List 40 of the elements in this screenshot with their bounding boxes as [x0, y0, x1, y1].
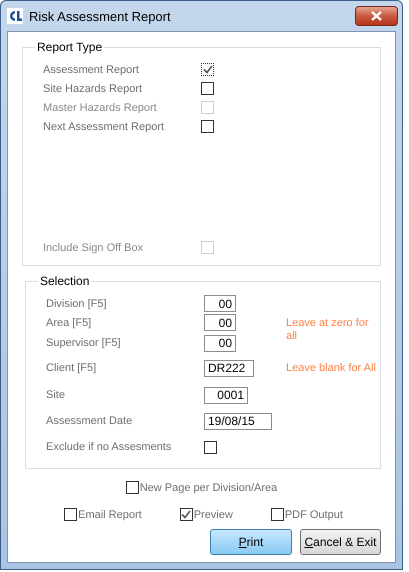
option-label: Next Assessment Report — [43, 120, 166, 132]
checkbox[interactable] — [204, 440, 217, 454]
field-label: Site — [46, 389, 66, 401]
field-label: Exclude if no Assesments — [46, 441, 172, 453]
option-label: Include Sign Off Box — [43, 242, 144, 254]
checkbox[interactable] — [270, 508, 284, 521]
option-label: Master Hazards Report — [43, 102, 158, 114]
input-field[interactable]: 00 — [204, 314, 236, 331]
hint-text: Leave blank for All — [285, 362, 376, 374]
input-field[interactable]: DR222 — [204, 360, 254, 376]
input-field[interactable]: 19/08/15 — [204, 412, 272, 430]
cancel-button[interactable]: Cancel & Exit — [300, 529, 381, 555]
checkbox[interactable] — [201, 63, 214, 76]
group-title: Report Type — [36, 40, 104, 54]
app-logo-icon — [7, 8, 23, 24]
option-label: Assessment Report — [43, 64, 140, 76]
option-label: PDF Output — [284, 508, 343, 520]
option-label: New Page per Division/Area — [140, 482, 278, 494]
field-label: Assessment Date — [46, 415, 134, 427]
option-label: Site Hazards Report — [43, 82, 144, 94]
field-label: Client [F5] — [46, 362, 98, 374]
input-field[interactable]: 00 — [204, 295, 236, 312]
close-button[interactable] — [355, 6, 398, 26]
print-button[interactable]: Print — [210, 529, 292, 555]
hint-text: Leave at zero for all — [285, 316, 370, 343]
checkbox[interactable] — [180, 508, 193, 521]
close-icon — [371, 11, 382, 21]
checkbox[interactable] — [126, 481, 139, 494]
input-field[interactable]: 00 — [204, 334, 236, 352]
group-title: Selection — [39, 274, 90, 288]
window-title: Risk Assessment Report — [29, 8, 171, 24]
field-label: Division [F5] — [46, 298, 108, 310]
checkbox[interactable] — [201, 82, 214, 95]
option-label: Preview — [194, 508, 233, 520]
checkbox[interactable] — [64, 508, 78, 521]
checkbox[interactable] — [201, 120, 214, 133]
option-label: Email Report — [78, 508, 142, 520]
field-label: Supervisor [F5] — [46, 337, 122, 349]
input-field[interactable]: 0001 — [204, 386, 248, 404]
field-label: Area [F5] — [46, 316, 92, 328]
